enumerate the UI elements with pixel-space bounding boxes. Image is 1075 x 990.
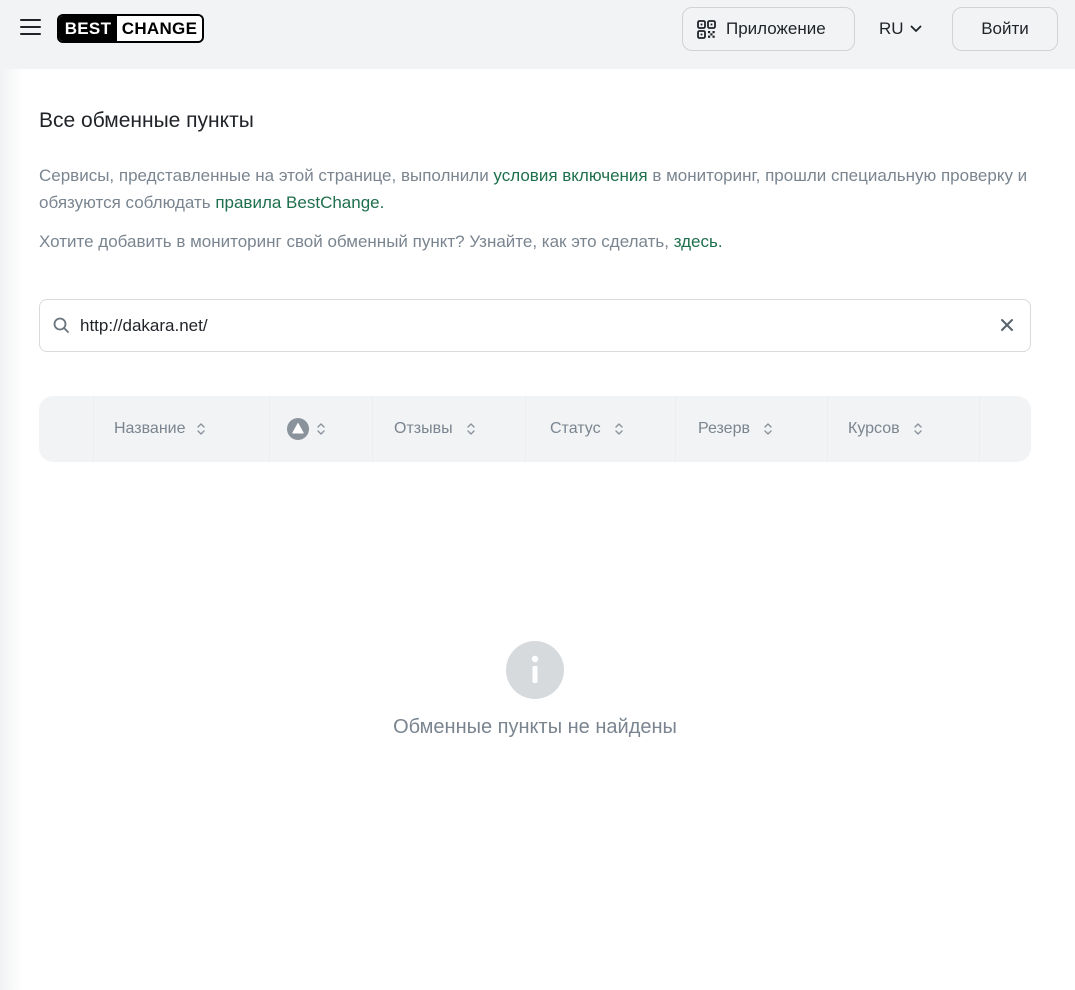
column-divider	[269, 396, 270, 462]
here-link[interactable]: здесь	[674, 232, 718, 251]
column-rates[interactable]: Курсов	[848, 396, 923, 462]
sort-icon	[913, 423, 922, 435]
table-header: Название Отзывы Статус Резерв Курсов	[39, 396, 1031, 462]
logo-change-part: CHANGE	[117, 16, 202, 41]
desc-text-1: Сервисы, представленные на этой странице…	[39, 166, 494, 185]
column-reviews[interactable]: Отзывы	[394, 396, 476, 462]
column-reviews-label: Отзывы	[394, 420, 453, 437]
column-divider	[525, 396, 526, 462]
bestchange-rules-link[interactable]: правила BestChange	[215, 193, 379, 212]
empty-state-message: Обменные пункты не найдены	[393, 716, 677, 738]
column-status[interactable]: Статус	[550, 396, 624, 462]
menu-icon[interactable]	[20, 19, 41, 37]
chevron-down-icon	[910, 25, 921, 32]
warning-icon	[287, 418, 309, 440]
sort-icon	[317, 423, 325, 435]
inclusion-conditions-link[interactable]: условия включения	[493, 166, 647, 185]
column-reserve[interactable]: Резерв	[698, 396, 773, 462]
column-reserve-label: Резерв	[698, 420, 750, 437]
column-divider	[827, 396, 828, 462]
page-description: Сервисы, представленные на этой странице…	[39, 162, 1039, 216]
column-warning[interactable]	[287, 396, 326, 462]
search-icon	[53, 317, 69, 333]
close-icon[interactable]	[1000, 318, 1014, 332]
column-divider	[979, 396, 980, 462]
column-rates-label: Курсов	[848, 420, 900, 437]
column-divider	[675, 396, 676, 462]
search-box	[39, 299, 1031, 352]
sort-icon	[764, 423, 772, 435]
page-title: Все обменные пункты	[39, 109, 254, 132]
qr-code-icon	[697, 19, 716, 39]
desc-text-3: .	[379, 193, 385, 212]
column-divider	[372, 396, 373, 462]
desc2-text-1: Хотите добавить в мониторинг свой обменн…	[39, 232, 674, 251]
search-input[interactable]	[80, 300, 980, 351]
column-divider	[93, 396, 94, 462]
info-icon	[506, 641, 564, 699]
column-status-label: Статус	[550, 420, 601, 437]
language-selector[interactable]: RU	[879, 17, 922, 41]
login-button[interactable]: Войти	[952, 7, 1058, 51]
top-header: BEST CHANGE Приложение RU Войти	[0, 0, 1075, 69]
add-exchanger-text: Хотите добавить в мониторинг свой обменн…	[39, 228, 1039, 255]
app-button-label: Приложение	[726, 19, 826, 38]
app-button[interactable]: Приложение	[682, 7, 855, 51]
sort-icon	[196, 423, 205, 435]
sort-icon	[466, 423, 475, 435]
logo-best-part: BEST	[59, 16, 117, 41]
language-label: RU	[879, 19, 904, 38]
column-name[interactable]: Название	[114, 396, 206, 462]
sort-icon	[614, 423, 623, 435]
desc2-text-2: .	[717, 232, 723, 251]
left-edge-shade	[0, 69, 24, 990]
bestchange-logo[interactable]: BEST CHANGE	[57, 14, 204, 43]
column-name-label: Название	[114, 420, 186, 437]
